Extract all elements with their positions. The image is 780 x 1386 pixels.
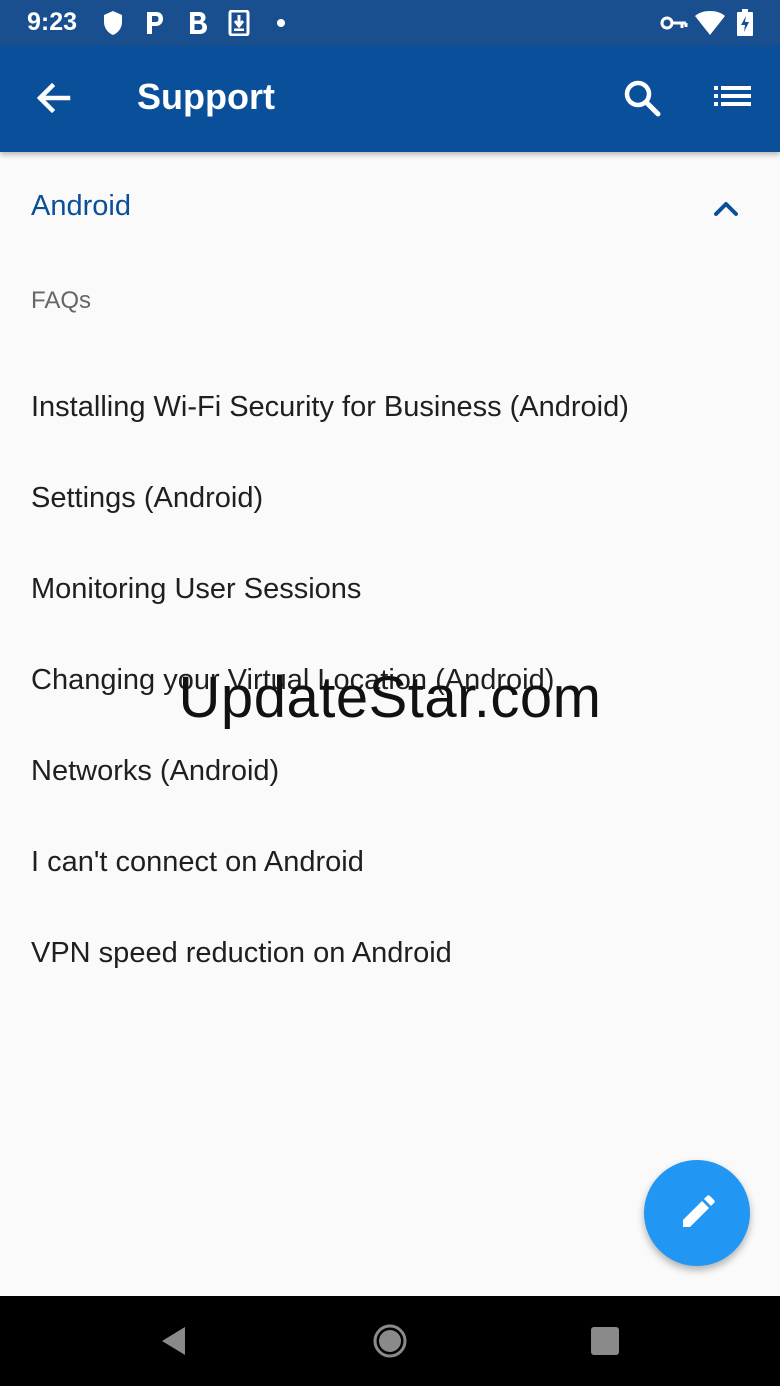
home-circle-icon[interactable]	[367, 1318, 413, 1364]
p-app-icon	[143, 8, 165, 38]
faq-item-label: Settings (Android)	[31, 482, 264, 514]
faq-item-label: Installing Wi-Fi Security for Business (…	[31, 391, 629, 423]
system-nav-bar	[0, 1296, 780, 1386]
page-title: Support	[137, 76, 275, 117]
section-title: Android	[31, 190, 131, 222]
battery-charging-icon	[736, 8, 754, 38]
faqs-label: FAQs	[31, 287, 92, 314]
back-triangle-icon[interactable]	[150, 1318, 196, 1364]
faq-item-label: Changing your Virtual Location (Android)	[31, 664, 555, 696]
faq-item-label: VPN speed reduction on Android	[31, 937, 452, 969]
section-header-android[interactable]: Android	[0, 160, 780, 252]
arrow-left-icon	[36, 82, 71, 114]
list-item[interactable]: Settings (Android)	[0, 454, 780, 545]
recents-square-icon[interactable]	[582, 1318, 628, 1364]
list-menu-button[interactable]	[710, 74, 758, 122]
app-bar: Support	[0, 46, 780, 152]
list-item[interactable]: VPN speed reduction on Android	[0, 909, 780, 1000]
list-item[interactable]: I can't connect on Android	[0, 818, 780, 909]
list-icon	[714, 86, 751, 106]
vpn-key-icon	[660, 8, 688, 38]
chevron-up-icon[interactable]	[706, 190, 746, 226]
search-button[interactable]	[618, 74, 666, 122]
search-icon	[624, 80, 661, 117]
compose-fab-button[interactable]	[644, 1160, 750, 1266]
status-bar: 9:23	[0, 0, 780, 46]
back-button[interactable]	[30, 74, 78, 122]
wifi-icon	[694, 8, 726, 38]
pencil-icon	[683, 1195, 715, 1227]
faq-item-label: Networks (Android)	[31, 755, 280, 787]
list-item[interactable]: Monitoring User Sessions	[0, 545, 780, 636]
list-item[interactable]: Networks (Android)	[0, 727, 780, 818]
dot-icon	[276, 8, 286, 38]
download-icon	[228, 8, 250, 38]
faq-item-label: I can't connect on Android	[31, 846, 364, 878]
faq-item-label: Monitoring User Sessions	[31, 573, 362, 605]
shield-icon	[102, 8, 124, 38]
list-item[interactable]: Changing your Virtual Location (Android)	[0, 636, 780, 727]
b-app-icon	[187, 8, 209, 38]
status-time: 9:23	[27, 8, 78, 36]
list-item[interactable]: Installing Wi-Fi Security for Business (…	[0, 363, 780, 454]
